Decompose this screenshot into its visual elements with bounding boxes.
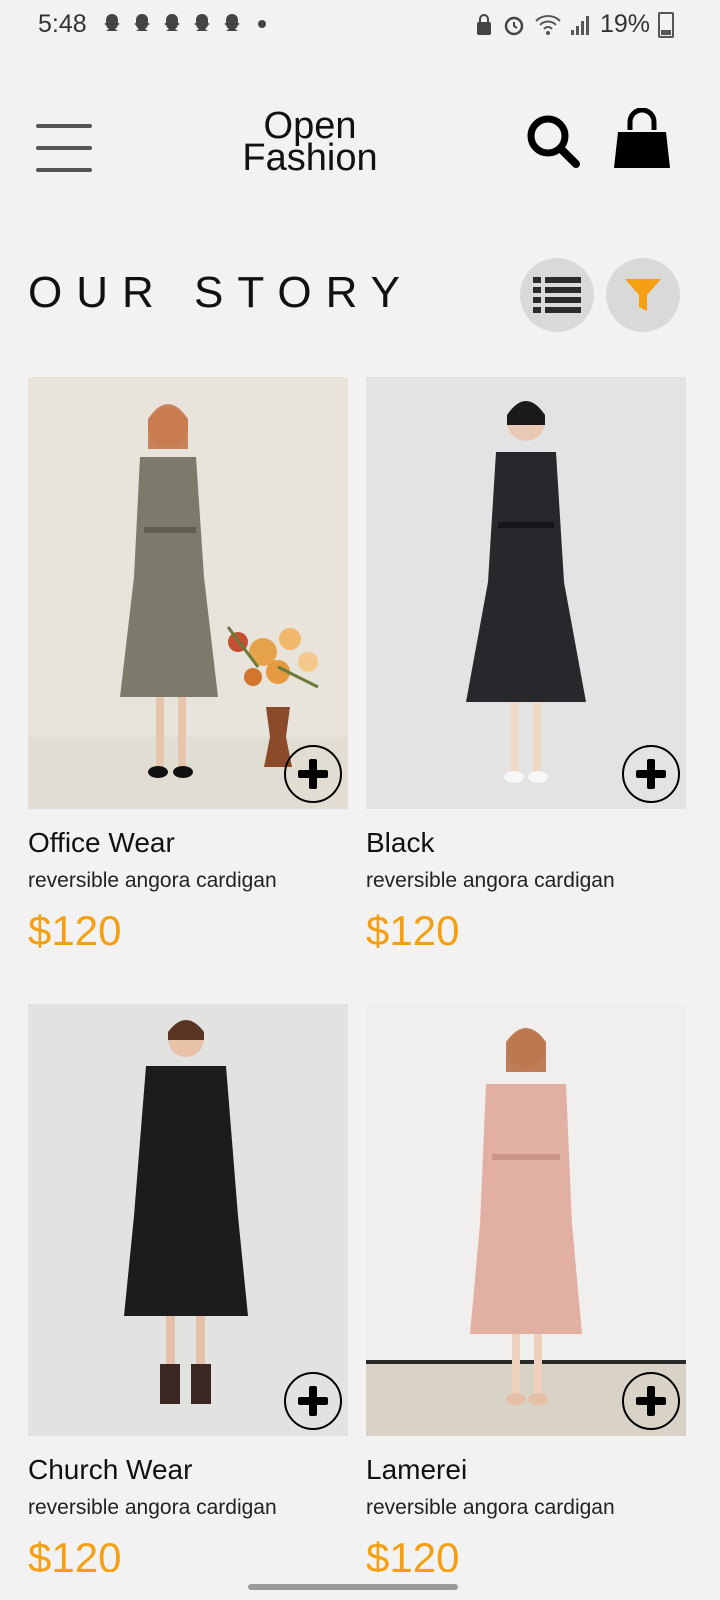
cart-button[interactable] bbox=[610, 107, 674, 172]
add-to-cart-button[interactable] bbox=[622, 1372, 680, 1430]
product-price: $120 bbox=[366, 907, 460, 954]
add-icon bbox=[636, 1386, 666, 1416]
product-image[interactable] bbox=[366, 1004, 686, 1436]
menu-button[interactable] bbox=[36, 122, 94, 176]
snapchat-icon bbox=[224, 14, 240, 31]
product-name: Lamerei bbox=[366, 1454, 468, 1485]
add-icon bbox=[636, 759, 666, 789]
menu-icon bbox=[36, 124, 92, 128]
status-time: 5:48 bbox=[38, 10, 87, 38]
product-card[interactable]: Lamerei reversible angora cardigan $120 bbox=[366, 1004, 686, 1572]
add-to-cart-button[interactable] bbox=[284, 745, 342, 803]
add-icon bbox=[298, 759, 328, 789]
list-view-button[interactable] bbox=[520, 258, 594, 332]
filter-button[interactable] bbox=[606, 258, 680, 332]
battery-percent: 19% bbox=[599, 10, 650, 38]
add-to-cart-button[interactable] bbox=[622, 745, 680, 803]
product-description: reversible angora cardigan bbox=[366, 1496, 615, 1519]
signal-icon bbox=[570, 15, 589, 35]
logo-line-2: Fashion bbox=[242, 137, 378, 179]
home-indicator[interactable] bbox=[248, 1584, 458, 1590]
section-title: OUR STORY bbox=[28, 268, 414, 317]
add-icon bbox=[298, 1386, 328, 1416]
status-right: 19% bbox=[474, 10, 674, 39]
search-button[interactable] bbox=[524, 112, 584, 172]
list-view-icon bbox=[533, 277, 581, 313]
wifi-icon bbox=[535, 14, 561, 35]
snapchat-icon bbox=[194, 14, 210, 31]
product-description: reversible angora cardigan bbox=[366, 869, 615, 892]
product-name: Black bbox=[366, 827, 435, 858]
add-to-cart-button[interactable] bbox=[284, 1372, 342, 1430]
lock-icon bbox=[476, 13, 491, 35]
status-bar: 5:48 19% bbox=[0, 0, 720, 52]
product-name: Church Wear bbox=[28, 1454, 193, 1485]
product-price: $120 bbox=[366, 1534, 460, 1572]
product-image[interactable] bbox=[28, 1004, 348, 1436]
product-card[interactable]: Office Wear reversible angora cardigan $… bbox=[28, 377, 348, 955]
more-notifications-dot bbox=[258, 20, 266, 28]
snapchat-icon bbox=[134, 14, 150, 31]
product-price: $120 bbox=[28, 1534, 122, 1572]
product-price: $120 bbox=[28, 907, 122, 954]
product-description: reversible angora cardigan bbox=[28, 1496, 277, 1519]
product-image[interactable] bbox=[28, 377, 348, 809]
product-description: reversible angora cardigan bbox=[28, 869, 277, 892]
product-name: Office Wear bbox=[28, 827, 175, 858]
app-logo: Open Fashion bbox=[230, 107, 390, 179]
snapchat-icon bbox=[104, 14, 120, 31]
filter-icon bbox=[625, 279, 661, 311]
alarm-icon bbox=[504, 16, 524, 35]
product-card[interactable]: Church Wear reversible angora cardigan $… bbox=[28, 1004, 348, 1572]
shopping-bag-icon bbox=[614, 107, 670, 168]
product-card[interactable]: Black reversible angora cardigan $120 bbox=[366, 377, 686, 955]
battery-icon bbox=[658, 11, 674, 38]
product-image[interactable] bbox=[366, 377, 686, 809]
snapchat-icon bbox=[164, 14, 180, 31]
notification-icons bbox=[100, 12, 266, 36]
search-icon bbox=[527, 115, 580, 168]
